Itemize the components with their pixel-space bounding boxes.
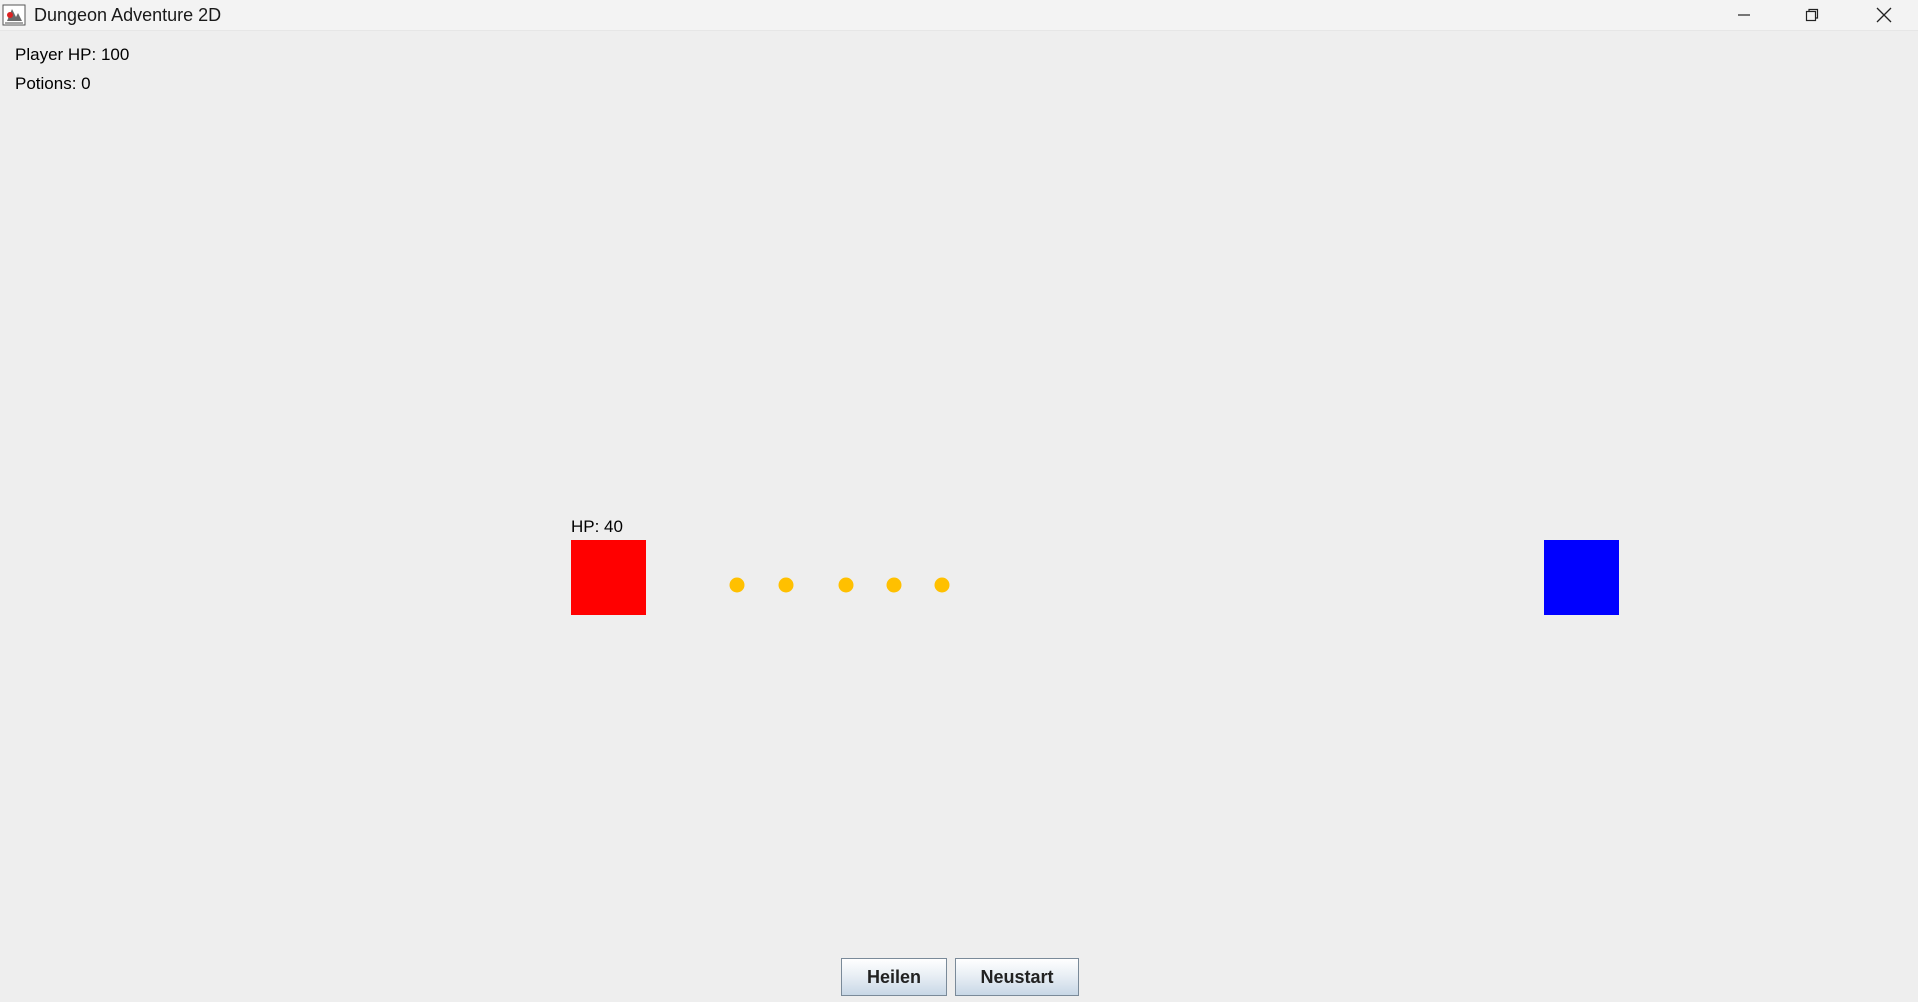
player-square — [1544, 540, 1619, 615]
projectile-dot — [886, 577, 902, 593]
java-app-icon — [2, 3, 26, 27]
minimize-button[interactable] — [1710, 0, 1778, 30]
projectile-dot — [729, 577, 745, 593]
projectile-dot — [934, 577, 950, 593]
projectile-dot — [838, 577, 854, 593]
close-icon — [1875, 6, 1893, 24]
maximize-button[interactable] — [1778, 0, 1846, 30]
heal-button[interactable]: Heilen — [841, 958, 947, 996]
close-button[interactable] — [1850, 0, 1918, 30]
maximize-icon — [1804, 7, 1820, 23]
window-titlebar[interactable]: Dungeon Adventure 2D — [0, 0, 1918, 31]
potions-label: Potions: 0 — [15, 74, 91, 93]
window-title: Dungeon Adventure 2D — [34, 5, 222, 25]
restart-button[interactable]: Neustart — [955, 958, 1079, 996]
minimize-icon — [1736, 7, 1752, 23]
player-hp-label: Player HP: 100 — [15, 45, 130, 64]
enemy-hp-label: HP: 40 — [571, 517, 623, 536]
projectile-dot — [778, 577, 794, 593]
enemy-square — [571, 540, 646, 615]
